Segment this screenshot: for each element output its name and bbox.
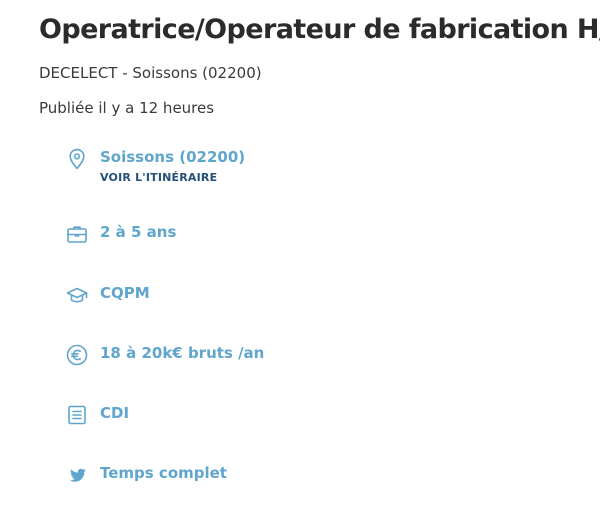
detail-schedule: Temps complet	[66, 464, 227, 486]
detail-education: CQPM	[66, 284, 150, 306]
document-icon	[66, 404, 88, 426]
graduation-cap-icon	[66, 284, 88, 306]
company-location: DECELECT - Soissons (02200)	[39, 64, 262, 82]
experience-value: 2 à 5 ans	[100, 223, 177, 241]
job-title: Operatrice/Operateur de fabrication H/F	[39, 14, 600, 45]
detail-location: Soissons (02200) VOIR L'ITINÉRAIRE	[66, 148, 245, 184]
briefcase-icon	[66, 223, 88, 245]
directions-link[interactable]: VOIR L'ITINÉRAIRE	[100, 171, 245, 184]
bird-icon	[66, 464, 88, 486]
published-date: Publiée il y a 12 heures	[39, 99, 215, 117]
detail-contract: CDI	[66, 404, 129, 426]
contract-value: CDI	[100, 404, 130, 422]
schedule-value: Temps complet	[100, 464, 227, 482]
location-pin-icon	[66, 148, 88, 170]
location-value: Soissons (02200)	[100, 148, 246, 166]
detail-experience: 2 à 5 ans	[66, 223, 176, 245]
salary-value: 18 à 20k€ bruts /an	[100, 344, 265, 362]
euro-icon	[66, 344, 88, 366]
detail-salary: 18 à 20k€ bruts /an	[66, 344, 264, 366]
education-value: CQPM	[100, 284, 150, 302]
